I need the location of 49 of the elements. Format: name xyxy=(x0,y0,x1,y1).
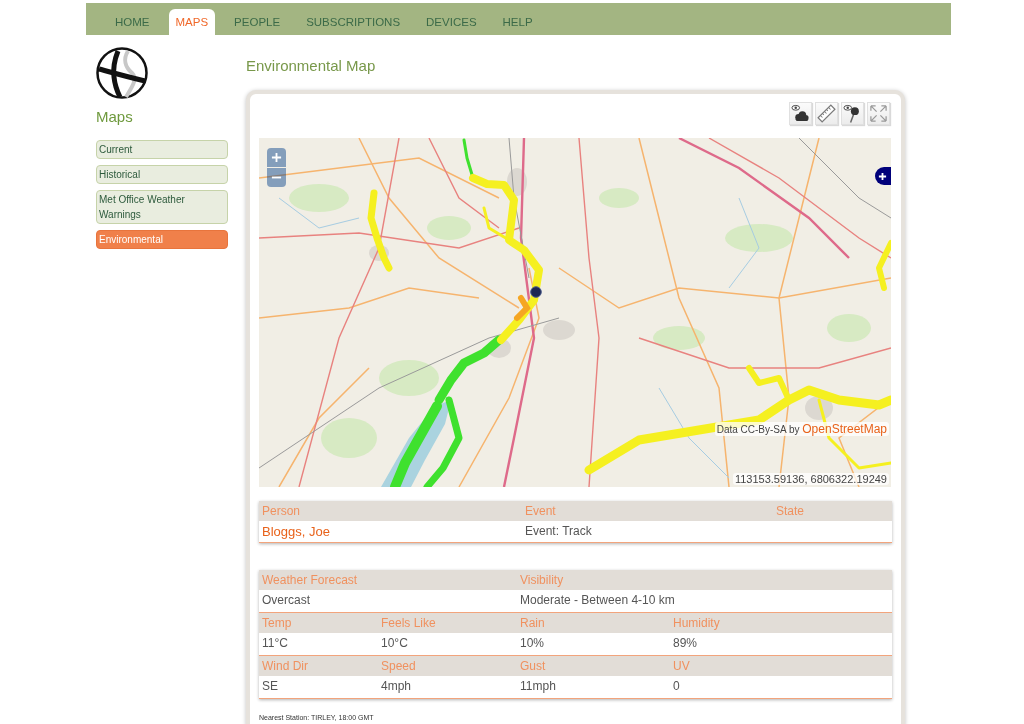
table-cell: 89% xyxy=(670,633,892,656)
table-cell: 11°C xyxy=(259,633,378,656)
table-cell: SE xyxy=(259,676,378,699)
map-attribution: Data CC-By-SA by OpenStreetMap xyxy=(714,422,889,436)
logo-icon xyxy=(96,47,148,99)
table-cell: Moderate - Between 4-10 km xyxy=(517,590,892,613)
nav-tab[interactable]: DEVICES xyxy=(419,9,484,35)
page-title: Environmental Map xyxy=(246,57,377,75)
expand-icon xyxy=(869,104,888,123)
column-header: Person xyxy=(259,501,522,521)
column-header: Rain xyxy=(517,613,670,633)
zoom-out-button[interactable] xyxy=(267,168,286,187)
attribution-link[interactable]: OpenStreetMap xyxy=(802,422,887,436)
weather-toggle-button[interactable] xyxy=(789,102,812,125)
column-header: Weather Forecast xyxy=(259,570,517,590)
eye-cloud-icon xyxy=(791,104,810,123)
column-header: Event xyxy=(522,501,773,521)
minus-icon xyxy=(271,176,282,179)
sidebar-item[interactable]: Current xyxy=(96,140,228,159)
sidebar-item[interactable]: Historical xyxy=(96,165,228,184)
column-header: Speed xyxy=(378,656,517,676)
sidebar-item[interactable]: Environmental xyxy=(96,230,228,249)
ruler-icon xyxy=(817,104,836,123)
column-header: State xyxy=(773,501,892,521)
nav-tab[interactable]: HELP xyxy=(495,9,540,35)
column-header: Humidity xyxy=(670,613,892,633)
column-header: Visibility xyxy=(517,570,892,590)
plus-icon xyxy=(878,171,887,181)
plus-icon xyxy=(271,152,282,163)
nav-tab[interactable]: MAPS xyxy=(168,9,216,35)
table-cell: 0 xyxy=(670,676,892,699)
eye-pin-icon xyxy=(843,104,862,123)
nav-tab[interactable]: PEOPLE xyxy=(227,9,288,35)
sidebar-title: Maps xyxy=(96,108,133,125)
nav-tab[interactable]: HOME xyxy=(108,9,157,35)
column-header: Feels Like xyxy=(378,613,517,633)
column-header: UV xyxy=(670,656,892,676)
column-header: Wind Dir xyxy=(259,656,378,676)
table-cell: Overcast xyxy=(259,590,517,613)
column-header: Gust xyxy=(517,656,670,676)
cursor-coordinates: 113153.59136, 6806322.19249 xyxy=(732,473,889,485)
nav-tab[interactable]: SUBSCRIPTIONS xyxy=(299,9,408,35)
column-header: Temp xyxy=(259,613,378,633)
person-link[interactable]: Bloggs, Joe xyxy=(262,524,330,539)
location-marker-icon[interactable] xyxy=(530,286,542,298)
sidebar-item[interactable]: Met Office Weather Warnings xyxy=(96,190,228,224)
measure-button[interactable] xyxy=(815,102,838,125)
zoom-in-button[interactable] xyxy=(267,148,286,167)
pin-toggle-button[interactable] xyxy=(841,102,864,125)
